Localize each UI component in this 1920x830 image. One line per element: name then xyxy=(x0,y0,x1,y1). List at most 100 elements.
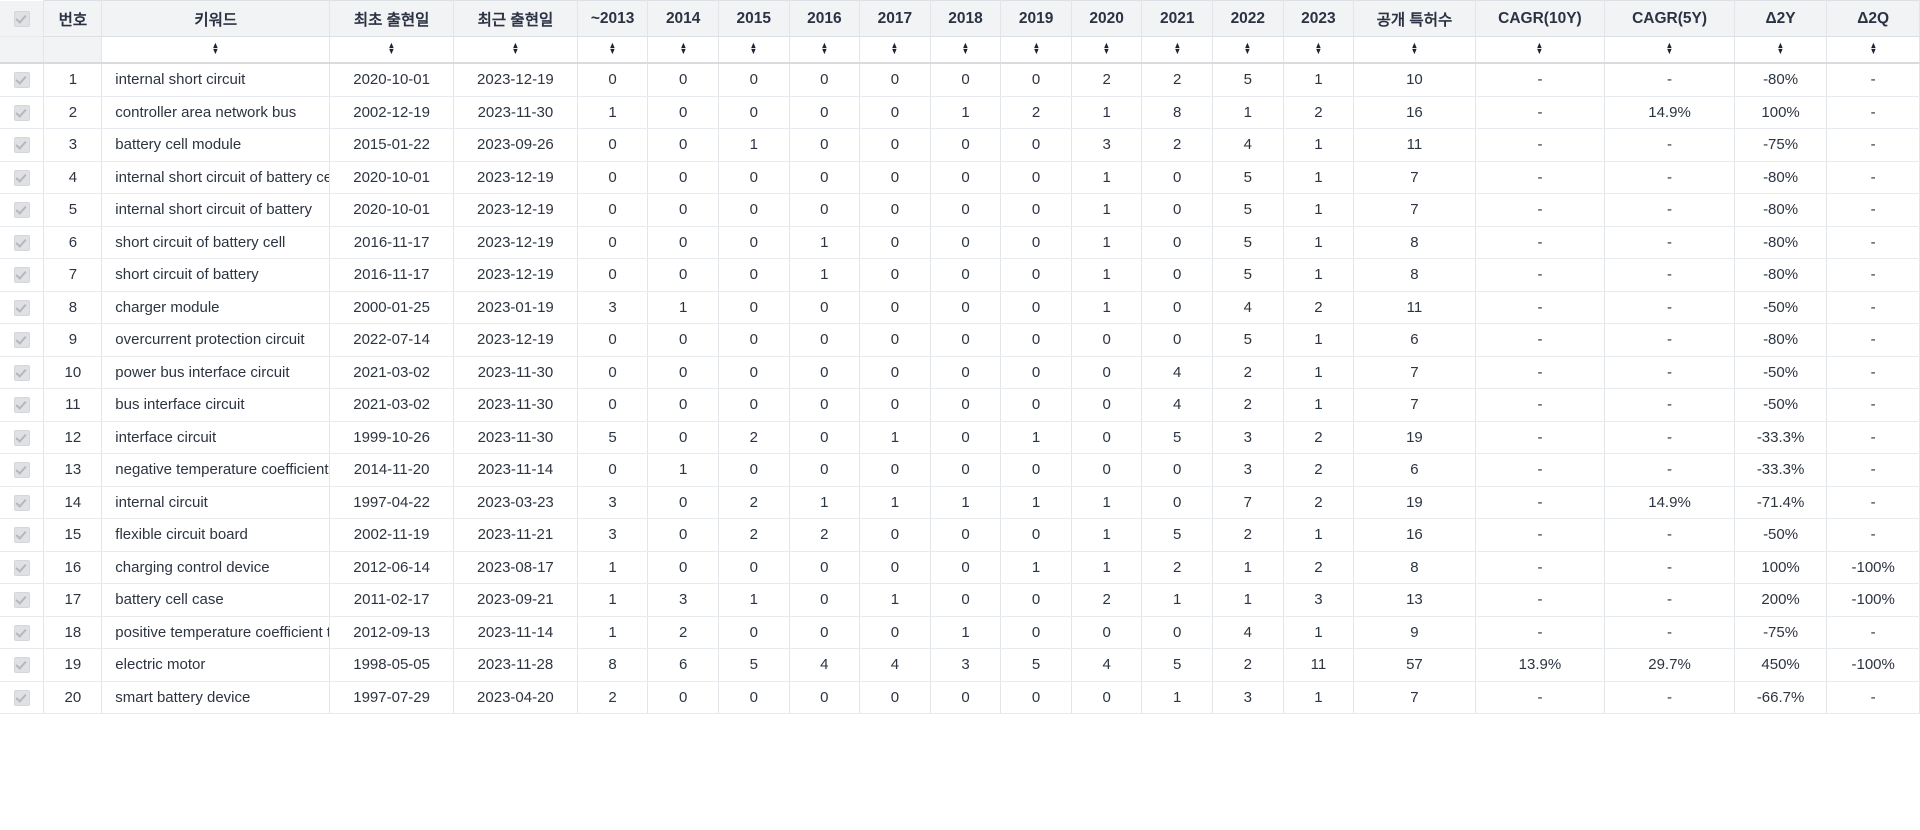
table-row[interactable]: 15 flexible circuit board 2002-11-19 2023-1… xyxy=(0,518,1920,552)
table-row[interactable]: 1 internal short circuit 2020-10-01 2023-12… xyxy=(0,63,1920,97)
sort-arrows-icon[interactable]: ▲ ▼ xyxy=(1869,41,1877,56)
sort-arrows-icon[interactable]: ▲ ▼ xyxy=(1032,41,1040,56)
row-checkbox-icon[interactable] xyxy=(13,364,30,381)
sort-toggle-y2021[interactable]: ▲ ▼ xyxy=(1141,36,1214,64)
sort-arrows-icon[interactable]: ▲ ▼ xyxy=(1777,41,1785,56)
row-select-cell[interactable] xyxy=(0,648,45,682)
cell-keyword[interactable]: flexible circuit board xyxy=(101,518,331,552)
column-header-y2021[interactable]: 2021 xyxy=(1141,0,1214,37)
sort-toggle-y2018[interactable]: ▲ ▼ xyxy=(930,36,1002,64)
select-all-checkbox-icon[interactable] xyxy=(13,10,30,27)
column-header-y2022[interactable]: 2022 xyxy=(1212,0,1284,37)
row-checkbox-icon[interactable] xyxy=(13,169,30,186)
row-select-cell[interactable] xyxy=(0,453,45,487)
row-checkbox-icon[interactable] xyxy=(13,592,30,609)
sort-arrows-icon[interactable]: ▲ ▼ xyxy=(1315,41,1323,56)
sort-toggle-cagr-10y[interactable]: ▲ ▼ xyxy=(1475,36,1606,64)
sort-arrows-icon[interactable]: ▲ ▼ xyxy=(750,41,758,56)
sort-toggle-keyword[interactable]: ▲ ▼ xyxy=(101,36,331,64)
sort-arrows-icon[interactable]: ▲ ▼ xyxy=(1536,41,1544,56)
sort-toggle-first-date[interactable]: ▲ ▼ xyxy=(329,36,455,64)
sort-arrows-icon[interactable]: ▲ ▼ xyxy=(1173,41,1181,56)
sort-arrows-icon[interactable]: ▲ ▼ xyxy=(1103,41,1111,56)
sort-toggle-delta-2q[interactable]: ▲ ▼ xyxy=(1826,36,1920,64)
sort-arrows-icon[interactable]: ▲ ▼ xyxy=(962,41,970,56)
cell-keyword[interactable]: bus interface circuit xyxy=(101,388,331,422)
row-select-cell[interactable] xyxy=(0,486,45,519)
table-row[interactable]: 12 interface circuit 1999-10-26 2023-11-30 5… xyxy=(0,421,1920,454)
column-header-cagr-5y[interactable]: CAGR(5Y) xyxy=(1604,0,1735,37)
column-header-y2023[interactable]: 2023 xyxy=(1283,0,1355,37)
sort-toggle-y2016[interactable]: ▲ ▼ xyxy=(789,36,861,64)
cell-keyword[interactable]: internal short circuit of battery cell xyxy=(101,161,331,194)
table-row[interactable]: 4 internal short circuit of battery cell 2… xyxy=(0,161,1920,194)
row-checkbox-icon[interactable] xyxy=(13,104,30,121)
row-checkbox-icon[interactable] xyxy=(13,494,30,511)
table-row[interactable]: 13negative temperature coefficient therm… xyxy=(0,453,1920,487)
table-row[interactable]: 14 internal circuit 1997-04-22 2023-03-23 3 0… xyxy=(0,486,1920,519)
row-select-cell[interactable] xyxy=(0,291,45,324)
row-checkbox-icon[interactable] xyxy=(13,397,30,414)
row-checkbox-icon[interactable] xyxy=(13,462,30,479)
cell-keyword[interactable]: internal short circuit of battery xyxy=(101,193,331,227)
sort-arrows-icon[interactable]: ▲ ▼ xyxy=(1411,41,1419,56)
table-row[interactable]: 8 charger module 2000-01-25 2023-01-19 3 1 0 0 0… xyxy=(0,291,1920,324)
row-select-cell[interactable] xyxy=(0,421,45,454)
table-row[interactable]: 9 overcurrent protection circuit 2022-07-1… xyxy=(0,323,1920,357)
table-row[interactable]: 5 internal short circuit of battery 2020-1… xyxy=(0,193,1920,227)
cell-keyword[interactable]: negative temperature coefficient thermis… xyxy=(101,453,331,487)
cell-keyword[interactable]: battery cell case xyxy=(101,583,331,617)
row-checkbox-icon[interactable] xyxy=(13,137,30,154)
row-checkbox-icon[interactable] xyxy=(13,202,30,219)
sort-toggle-y2020[interactable]: ▲ ▼ xyxy=(1071,36,1143,64)
row-select-cell[interactable] xyxy=(0,323,45,357)
cell-keyword[interactable]: smart battery device xyxy=(101,681,331,714)
row-checkbox-icon[interactable] xyxy=(13,559,30,576)
column-header-no[interactable]: 번호 xyxy=(43,0,103,37)
select-all-header[interactable] xyxy=(0,0,45,37)
table-row[interactable]: 18positive temperature coefficient therm… xyxy=(0,616,1920,649)
sort-toggle-y2014[interactable]: ▲ ▼ xyxy=(647,36,719,64)
sort-arrows-icon[interactable]: ▲ ▼ xyxy=(679,41,687,56)
sort-toggle-cagr-5y[interactable]: ▲ ▼ xyxy=(1604,36,1735,64)
sort-toggle-y2022[interactable]: ▲ ▼ xyxy=(1212,36,1284,64)
column-header-y2018[interactable]: 2018 xyxy=(930,0,1002,37)
table-row[interactable]: 6 short circuit of battery cell 2016-11-17… xyxy=(0,226,1920,259)
column-header-y2019[interactable]: 2019 xyxy=(1000,0,1072,37)
row-checkbox-icon[interactable] xyxy=(13,429,30,446)
sort-arrows-icon[interactable]: ▲ ▼ xyxy=(512,41,520,56)
row-checkbox-icon[interactable] xyxy=(13,299,30,316)
cell-keyword[interactable]: short circuit of battery cell xyxy=(101,226,331,259)
column-header-y2017[interactable]: 2017 xyxy=(859,0,931,37)
cell-keyword[interactable]: power bus interface circuit xyxy=(101,356,331,389)
row-select-cell[interactable] xyxy=(0,63,45,97)
column-header-keyword[interactable]: 키워드 xyxy=(101,0,331,37)
cell-keyword[interactable]: overcurrent protection circuit xyxy=(101,323,331,357)
column-header-y2014[interactable]: 2014 xyxy=(647,0,719,37)
row-select-cell[interactable] xyxy=(0,356,45,389)
column-header-delta-2y[interactable]: Δ2Y xyxy=(1734,0,1828,37)
column-header-delta-2q[interactable]: Δ2Q xyxy=(1826,0,1920,37)
sort-toggle-delta-2y[interactable]: ▲ ▼ xyxy=(1734,36,1828,64)
row-checkbox-icon[interactable] xyxy=(13,234,30,251)
sort-arrows-icon[interactable]: ▲ ▼ xyxy=(212,41,220,56)
table-row[interactable]: 10 power bus interface circuit 2021-03-02 2… xyxy=(0,356,1920,389)
column-header-y2016[interactable]: 2016 xyxy=(789,0,861,37)
row-select-cell[interactable] xyxy=(0,551,45,584)
cell-keyword[interactable]: charging control device xyxy=(101,551,331,584)
row-checkbox-icon[interactable] xyxy=(13,657,30,674)
table-row[interactable]: 19 electric motor 1998-05-05 2023-11-28 8 6 5 4… xyxy=(0,648,1920,682)
sort-arrows-icon[interactable]: ▲ ▼ xyxy=(891,41,899,56)
row-checkbox-icon[interactable] xyxy=(13,332,30,349)
cell-keyword[interactable]: battery cell module xyxy=(101,128,331,162)
row-checkbox-icon[interactable] xyxy=(13,624,30,641)
row-select-cell[interactable] xyxy=(0,518,45,552)
row-checkbox-icon[interactable] xyxy=(13,72,30,89)
column-header-y2020[interactable]: 2020 xyxy=(1071,0,1143,37)
row-select-cell[interactable] xyxy=(0,616,45,649)
table-row[interactable]: 16 charging control device 2012-06-14 2023-… xyxy=(0,551,1920,584)
sort-toggle-y2017[interactable]: ▲ ▼ xyxy=(859,36,931,64)
table-row[interactable]: 3 battery cell module 2015-01-22 2023-09-26… xyxy=(0,128,1920,162)
table-row[interactable]: 17 battery cell case 2011-02-17 2023-09-21 1… xyxy=(0,583,1920,617)
table-row[interactable]: 2 controller area network bus 2002-12-19 20… xyxy=(0,96,1920,129)
